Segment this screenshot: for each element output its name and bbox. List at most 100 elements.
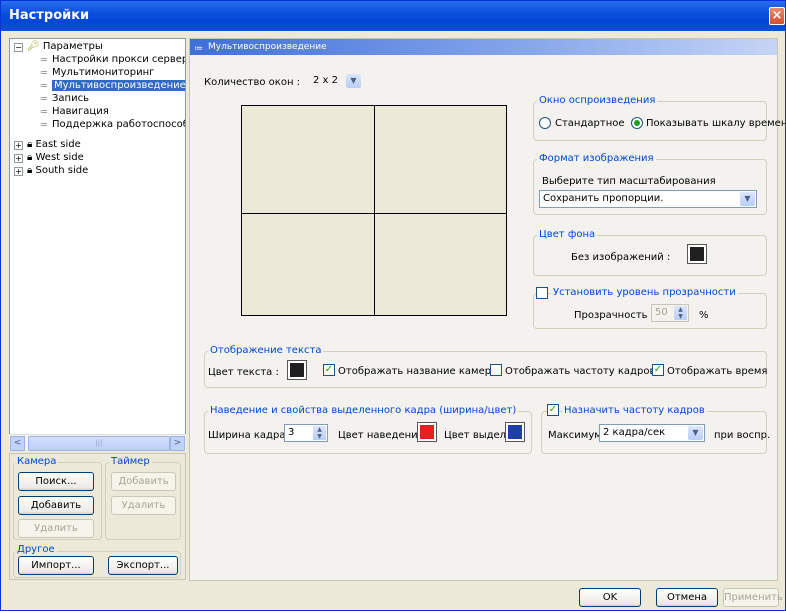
transparency-value: 50 xyxy=(655,307,668,318)
tree-item-label: Мультимониторинг xyxy=(52,67,155,78)
transparency-spinner[interactable]: 50 ▲ ▼ xyxy=(651,304,689,322)
transparency-label: Прозрачность : xyxy=(574,310,655,321)
transparency-checkbox[interactable] xyxy=(536,287,548,299)
timer-group-title: Таймер xyxy=(109,456,152,467)
other-group-title: Другое xyxy=(15,544,57,555)
panel-header: ≔ Мультивоспроизведение xyxy=(190,39,777,55)
remove-camera-button[interactable]: Удалить xyxy=(18,519,94,538)
hover-color-swatch[interactable] xyxy=(417,422,437,442)
list-icon: ≔ xyxy=(194,44,203,54)
list-icon: ≔ xyxy=(40,120,48,129)
frame-width-value: 3 xyxy=(288,427,295,438)
text-color-swatch[interactable] xyxy=(287,360,307,380)
site-label: East side xyxy=(35,139,81,150)
tree-item-health[interactable]: ≔ Поддержка работоспособ xyxy=(40,119,185,131)
list-icon: ≔ xyxy=(40,55,48,64)
playback-group-title: Окно оспроизведения xyxy=(537,95,658,106)
hover-selection-title: Наведение и свойства выделенного кадра (… xyxy=(208,405,519,416)
list-icon: ≔ xyxy=(40,107,48,116)
apply-button[interactable]: Применить xyxy=(723,588,783,607)
search-button[interactable]: Поиск... xyxy=(18,472,94,491)
expand-toggle[interactable]: + xyxy=(14,154,23,163)
tree-root-label: Параметры xyxy=(42,41,103,52)
fps-value: 2 кадра/сек xyxy=(603,427,666,438)
frame-width-label: Ширина кадра : xyxy=(208,430,292,441)
show-camera-name-label: Отображать название камеры xyxy=(338,366,499,377)
windows-count-value: 2 x 2 xyxy=(313,75,338,86)
radio-standard[interactable] xyxy=(539,117,551,129)
fps-group-title: Назначить частоту кадров xyxy=(562,405,707,416)
ok-button[interactable]: OK xyxy=(579,588,641,607)
no-image-label: Без изображений : xyxy=(571,252,671,263)
background-color-swatch[interactable] xyxy=(687,244,707,264)
swatch-fill xyxy=(420,425,434,439)
title-bar: Настройки × xyxy=(1,1,785,31)
camera-group-title: Камера xyxy=(15,456,59,467)
preview-divider xyxy=(374,106,375,315)
transparency-title: Установить уровень прозрачности xyxy=(551,287,738,298)
expand-toggle[interactable]: + xyxy=(14,167,23,176)
tree-item-multimonitor[interactable]: ≔ Мультимониторинг xyxy=(40,67,154,79)
site-lock-icon: 🔒︎ xyxy=(27,165,36,176)
max-label: Максимум xyxy=(548,430,602,441)
tree-item-label: Запись xyxy=(52,93,89,104)
select-color-swatch[interactable] xyxy=(505,422,525,442)
settings-tree: − 🔑︎ Параметры ≔ Настройки прокси сервер … xyxy=(9,38,186,451)
tree-site-east[interactable]: 🔒︎ East side xyxy=(27,139,81,151)
window-title: Настройки xyxy=(9,8,90,23)
list-icon: ≔ xyxy=(40,68,48,77)
site-lock-icon: 🔒︎ xyxy=(27,139,36,150)
windows-count-select[interactable]: 2 x 2 ▼ xyxy=(309,72,363,90)
close-button[interactable]: × xyxy=(769,7,785,25)
expand-toggle[interactable]: + xyxy=(14,141,23,150)
windows-count-label: Количество окон : xyxy=(204,77,301,88)
tree-item-navigation[interactable]: ≔ Навигация xyxy=(40,106,109,118)
scroll-thumb[interactable]: ||| xyxy=(28,436,170,451)
cancel-button[interactable]: Отмена xyxy=(656,588,718,607)
on-play-label: при воспр. xyxy=(714,430,771,441)
export-button[interactable]: Экспорт... xyxy=(108,556,178,575)
folder-key-icon: 🔑︎ xyxy=(27,41,43,52)
spinner-arrows: ▲ ▼ xyxy=(674,306,687,320)
add-timer-button[interactable]: Добавить xyxy=(111,472,176,491)
scroll-right-arrow[interactable]: > xyxy=(170,436,185,451)
scale-type-select[interactable]: Сохранить пропорции. ▼ xyxy=(539,190,757,208)
radio-timeline-label: Показывать шкалу времен xyxy=(646,118,786,129)
spinner-arrows: ▲ ▼ xyxy=(313,426,326,440)
show-time-checkbox[interactable]: ✓ xyxy=(652,364,664,376)
chevron-down-icon: ▼ xyxy=(740,192,755,206)
tree-item-multiplayback[interactable]: ≔ Мультивоспроизведение xyxy=(40,80,186,92)
fps-checkbox[interactable]: ✓ xyxy=(547,404,559,416)
frame-width-spinner[interactable]: 3 ▲ ▼ xyxy=(284,424,328,442)
fps-select[interactable]: 2 кадра/сек ▼ xyxy=(599,424,705,442)
tree-item-record[interactable]: ≔ Запись xyxy=(40,93,89,105)
scale-type-value: Сохранить пропорции. xyxy=(543,193,664,204)
site-label: West side xyxy=(35,152,84,163)
site-lock-icon: 🔒︎ xyxy=(27,152,36,163)
image-format-title: Формат изображения xyxy=(537,153,656,164)
show-fps-checkbox[interactable] xyxy=(490,364,502,376)
show-camera-name-checkbox[interactable]: ✓ xyxy=(323,364,335,376)
add-camera-button[interactable]: Добавить xyxy=(18,496,94,515)
layout-preview xyxy=(241,105,507,316)
left-button-panel: Камера Таймер Поиск... Добавить Удалить … xyxy=(9,453,186,580)
radio-standard-label: Стандартное xyxy=(555,118,625,129)
background-color-title: Цвет фона xyxy=(537,229,598,240)
remove-timer-button[interactable]: Удалить xyxy=(111,496,176,515)
scale-type-label: Выберите тип масштабирования xyxy=(542,176,716,187)
tree-site-west[interactable]: 🔒︎ West side xyxy=(27,152,84,164)
tree-site-south[interactable]: 🔒︎ South side xyxy=(27,165,88,177)
site-label: South side xyxy=(35,165,89,176)
radio-timeline[interactable] xyxy=(631,117,643,129)
horizontal-scrollbar[interactable]: < ||| > xyxy=(9,434,186,451)
tree-item-proxy[interactable]: ≔ Настройки прокси сервер xyxy=(40,54,185,66)
scroll-left-arrow[interactable]: < xyxy=(10,436,25,451)
tree-root[interactable]: 🔑︎ Параметры xyxy=(27,41,103,53)
swatch-fill xyxy=(690,247,704,261)
swatch-fill xyxy=(508,425,522,439)
collapse-toggle[interactable]: − xyxy=(14,43,23,52)
import-button[interactable]: Импорт... xyxy=(18,556,94,575)
percent-label: % xyxy=(699,310,709,321)
tree-item-label: Мультивоспроизведение xyxy=(52,80,186,91)
dialog-footer: OK Отмена Применить xyxy=(1,583,785,610)
